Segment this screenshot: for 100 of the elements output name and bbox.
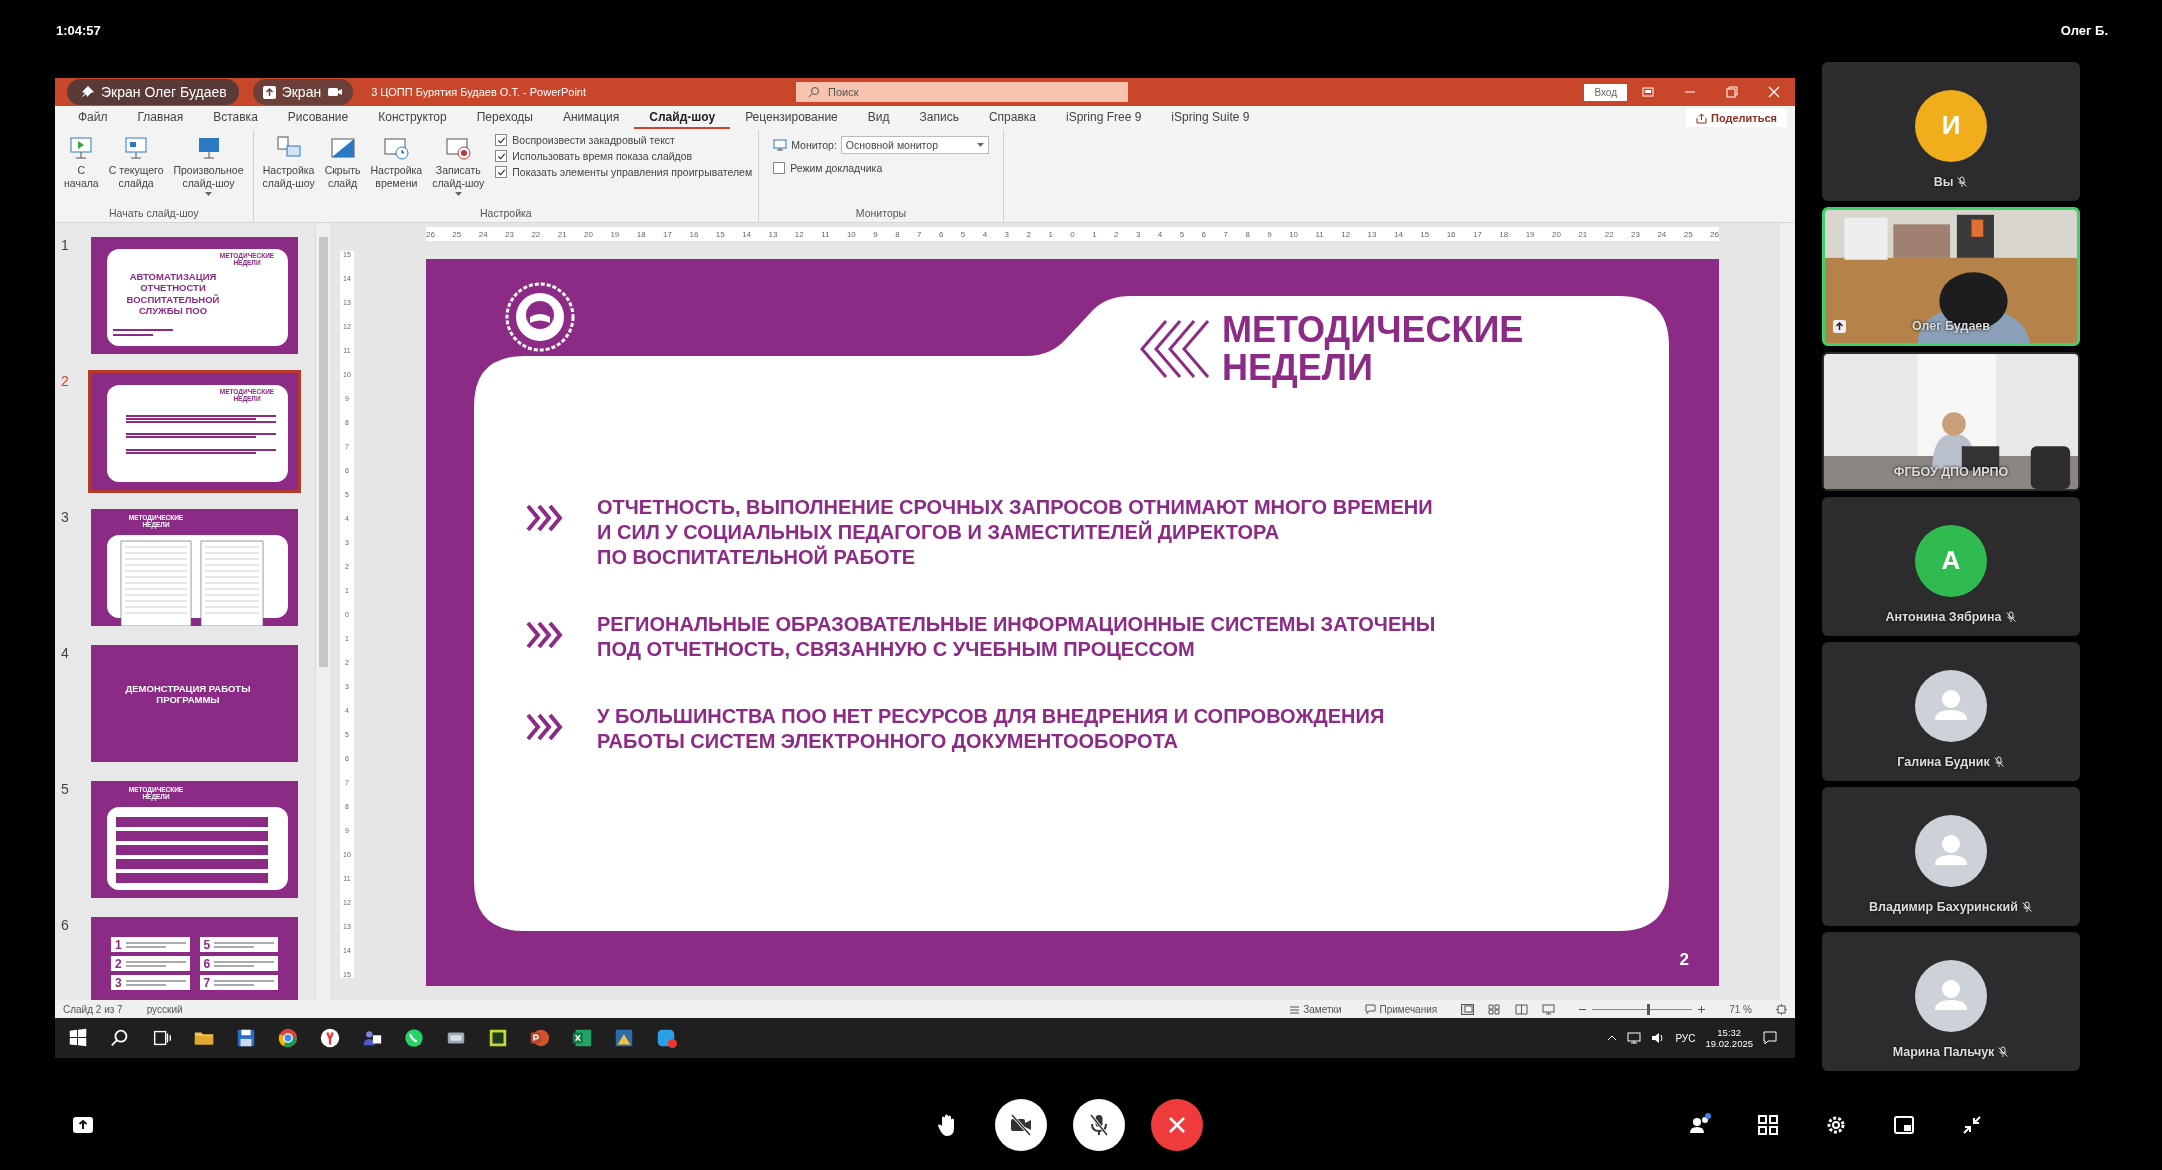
caret-icon — [454, 192, 462, 198]
ribbon-tab[interactable]: Вид — [852, 107, 905, 129]
ribbon-button[interactable]: Настройка слайд-шоу — [259, 132, 318, 207]
monitor-icon — [773, 139, 788, 151]
chevrons-icon — [524, 502, 564, 533]
close-icon[interactable] — [1768, 86, 1780, 98]
app-icon[interactable] — [487, 1027, 509, 1049]
item-number: 2 — [115, 957, 122, 970]
chevron-up-icon[interactable] — [1607, 1033, 1618, 1043]
ribbon-tab[interactable]: Слайд-шоу — [634, 107, 731, 129]
search-field[interactable]: Поиск — [796, 82, 1129, 102]
checkbox[interactable] — [773, 162, 786, 174]
ribbon-tab[interactable]: Справка — [973, 107, 1051, 129]
speaker-icon[interactable] — [1651, 1032, 1666, 1044]
spreadsheet-icon[interactable] — [571, 1027, 593, 1049]
slide-number: 1 — [61, 237, 70, 255]
screen-share-icon[interactable] — [72, 1114, 94, 1136]
page-number: 2 — [1679, 950, 1689, 970]
ribbon-tab[interactable]: iSpring Suite 9 — [1156, 107, 1265, 129]
presenter-badge: Экран Олег Будаев — [67, 79, 239, 105]
text-lines-drawing — [214, 960, 275, 967]
microphone-button[interactable] — [1073, 1099, 1125, 1151]
checkbox[interactable] — [495, 150, 508, 162]
scrollbar-thumb[interactable] — [319, 237, 328, 667]
clock-date[interactable]: 19.02.2025 — [1705, 1038, 1753, 1050]
ribbon-tab[interactable]: Переходы — [461, 107, 548, 129]
ribbon-button[interactable]: С текущего слайда — [105, 132, 167, 207]
zoom-in-icon[interactable] — [1698, 1005, 1706, 1013]
end-call-button[interactable] — [1151, 1099, 1203, 1151]
browser-icon[interactable] — [319, 1027, 341, 1049]
text-lines-drawing — [125, 960, 186, 967]
app-icon[interactable] — [613, 1027, 635, 1049]
call-timer: 1:04:57 — [56, 22, 101, 38]
group-label: Мониторы — [854, 207, 908, 221]
group-label: Начать слайд-шоу — [108, 207, 200, 221]
powerpoint-icon[interactable] — [529, 1027, 551, 1049]
camera-button[interactable] — [995, 1099, 1047, 1151]
messenger-icon[interactable] — [655, 1027, 677, 1049]
checkbox-label: Использовать время показа слайдов — [512, 150, 693, 162]
restore-icon[interactable] — [1726, 86, 1738, 98]
slide-title: МЕТОДИЧЕСКИЕ НЕДЕЛИ — [1222, 311, 1524, 387]
slide-number: 5 — [61, 781, 70, 799]
participant-name: Марина Пальчук — [1892, 1045, 1995, 1059]
grid-icon[interactable] — [1756, 1113, 1780, 1137]
clock-time[interactable]: 15:32 — [1717, 1026, 1742, 1038]
ribbon-tab[interactable]: Рисование — [272, 107, 364, 129]
ribbon-tab[interactable]: Конструктор — [363, 107, 462, 129]
ribbon-tab[interactable]: Вставка — [198, 107, 273, 129]
slide-number: 3 — [61, 509, 70, 527]
participant-name: Антонина Зябрина — [1885, 610, 2002, 624]
slide-number: 6 — [61, 917, 70, 935]
scrollbar[interactable] — [1780, 223, 1795, 1000]
ribbon-tab[interactable]: Запись — [904, 107, 974, 129]
ribbon-display-icon[interactable] — [1642, 86, 1654, 98]
zoom-level[interactable]: 71 % — [1729, 1003, 1752, 1015]
screen-button[interactable]: Экран — [252, 79, 354, 105]
checkbox-label: Показать элементы управления проигрывателем — [512, 166, 753, 178]
participant-name: Владимир Бахуринский — [1869, 900, 2018, 914]
windows-logo-icon[interactable] — [67, 1027, 89, 1049]
chevrons-icon — [524, 711, 564, 742]
text-lines-drawing — [125, 979, 186, 986]
slide-number: 4 — [61, 645, 70, 663]
camera-icon — [327, 86, 344, 98]
browser-icon[interactable] — [277, 1027, 299, 1049]
ribbon-button[interactable]: Записать слайд-шоу — [429, 132, 488, 207]
grid-view-icon[interactable] — [1488, 1003, 1502, 1015]
ribbon-button[interactable]: С начала — [61, 132, 102, 207]
sign-in-button[interactable]: Вход — [1584, 83, 1627, 101]
ribbon-tab[interactable]: iSpring Free 9 — [1050, 107, 1157, 129]
ribbon-tab[interactable]: Файл — [63, 107, 123, 129]
ribbon-button[interactable]: Настройка времени — [367, 132, 426, 207]
notes-button[interactable]: Заметки — [1289, 1003, 1342, 1015]
comments-button[interactable]: Примечания — [1365, 1003, 1438, 1015]
share-button[interactable]: Поделиться — [1685, 109, 1787, 127]
bullet-text: РЕГИОНАЛЬНЫЕ ОБРАЗОВАТЕЛЬНЫЕ ИНФОРМАЦИОННЫЕ СИСТЕМЫ ЗАТОЧЕНЫ ПОД ОТЧЕТНОСТЬ, СВЯЗАННУЮ С УЧЕБНЫМ ПРОЦЕССОМ — [597, 611, 1436, 662]
item-number: 3 — [115, 976, 122, 989]
fit-slide-icon[interactable] — [1776, 1003, 1787, 1015]
text-lines-drawing — [125, 941, 186, 948]
notes-icon — [1289, 1003, 1301, 1015]
checkbox[interactable] — [495, 134, 508, 146]
reading-view-icon[interactable] — [1515, 1003, 1529, 1015]
ribbon-button[interactable]: Скрыть слайд — [321, 132, 364, 207]
slideshow-view-icon[interactable] — [1542, 1003, 1556, 1015]
bullet-text: ОТЧЕТНОСТЬ, ВЫПОЛНЕНИЕ СРОЧНЫХ ЗАПРОСОВ ОТНИМАЮТ МНОГО ВРЕМЕНИ И СИЛ У СОЦИАЛЬНЫХ ПЕДАГОГОВ И ЗАМЕСТИТЕЛЕЙ ДИРЕКТОРА ПО ВОСПИТАТЕЛЬНОЙ РАБОТЕ — [597, 494, 1433, 570]
camera-off-icon — [1008, 1112, 1034, 1138]
slide-thumbnail[interactable]: 1 5 2 6 3 7 — [88, 914, 301, 1000]
emblem-icon — [504, 281, 576, 353]
slide-thumbnail[interactable]: ДЕМОНСТРАЦИЯ РАБОТЫ ПРОГРАММЫ — [88, 642, 301, 765]
checkbox[interactable] — [495, 166, 508, 178]
monitor-dropdown[interactable]: Основной монитор — [840, 136, 989, 154]
input-language[interactable]: РУС — [1675, 1032, 1696, 1044]
chat-icon[interactable] — [403, 1027, 425, 1049]
normal-view-icon[interactable] — [1461, 1003, 1475, 1015]
ribbon-tab[interactable]: Главная — [122, 107, 199, 129]
user-name: Олег Б. — [2060, 22, 2108, 38]
notification-icon[interactable] — [1763, 1031, 1777, 1045]
window-icon[interactable] — [1892, 1113, 1916, 1137]
ribbon-button[interactable]: Произвольное слайд-шоу — [170, 132, 247, 207]
ribbon-tab[interactable]: Анимация — [547, 107, 635, 129]
ribbon-tab[interactable]: Рецензирование — [730, 107, 853, 129]
